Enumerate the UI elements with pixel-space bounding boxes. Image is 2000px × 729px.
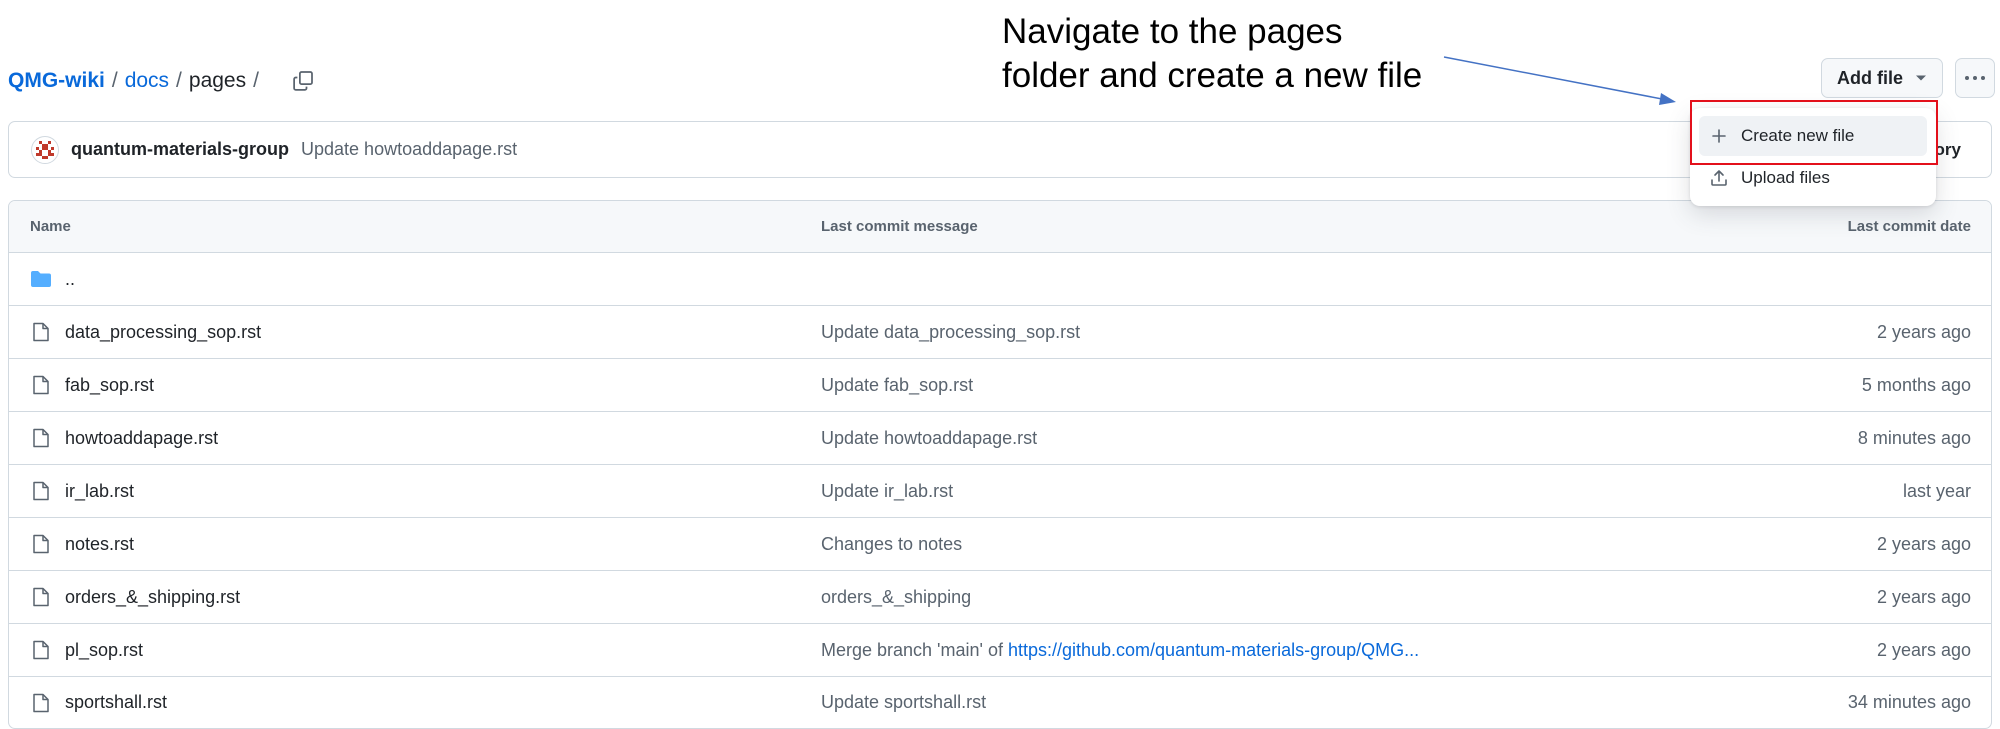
- file-icon: [30, 374, 52, 396]
- commit-message-cell: Merge branch 'main' of https://github.co…: [821, 640, 1419, 661]
- annotation-line-2: folder and create a new file: [1002, 56, 1423, 95]
- commit-message-cell: Update fab_sop.rst: [821, 375, 973, 396]
- commit-message-cell: Update sportshall.rst: [821, 692, 986, 713]
- table-row[interactable]: notes.rst Changes to notes 2 years ago: [9, 518, 1991, 571]
- commit-message-cell: Update howtoaddapage.rst: [821, 428, 1037, 449]
- breadcrumb: QMG-wiki / docs / pages /: [8, 64, 318, 98]
- breadcrumb-separator: /: [111, 69, 118, 92]
- avatar[interactable]: [31, 135, 59, 164]
- file-icon: [30, 692, 52, 714]
- column-header-date: Last commit date: [1847, 218, 1971, 235]
- upload-icon: [1709, 169, 1729, 187]
- annotation-line-1: Navigate to the pages: [1002, 12, 1343, 51]
- commit-message-link[interactable]: Update ir_lab.rst: [821, 481, 953, 501]
- commit-message-link[interactable]: Update howtoaddapage.rst: [821, 428, 1037, 448]
- commit-date: 2 years ago: [1876, 586, 1971, 607]
- parent-directory-link[interactable]: ..: [65, 269, 75, 290]
- file-icon: [30, 321, 52, 343]
- file-name-link[interactable]: howtoaddapage.rst: [65, 428, 218, 449]
- file-icon: [30, 586, 52, 608]
- file-name-link[interactable]: ir_lab.rst: [65, 481, 134, 502]
- commit-message-link[interactable]: Update data_processing_sop.rst: [821, 322, 1080, 342]
- commit-message-cell: Update data_processing_sop.rst: [821, 322, 1080, 343]
- file-icon: [30, 639, 52, 661]
- commit-history-link[interactable]: ory: [1935, 140, 1961, 160]
- commit-date: last year: [1902, 480, 1971, 501]
- copy-icon: [293, 71, 313, 91]
- file-table: Name Last commit message Last commit dat…: [8, 200, 1992, 729]
- table-row[interactable]: pl_sop.rst Merge branch 'main' of https:/…: [9, 624, 1991, 677]
- table-row[interactable]: sportshall.rst Update sportshall.rst 34 mi…: [9, 677, 1991, 728]
- commit-date: 5 months ago: [1861, 374, 1971, 395]
- add-file-button[interactable]: Add file: [1821, 58, 1943, 98]
- folder-icon: [30, 268, 52, 290]
- table-header: Name Last commit message Last commit dat…: [9, 201, 1991, 253]
- file-icon: [30, 533, 52, 555]
- commit-author-link[interactable]: quantum-materials-group: [71, 139, 289, 160]
- commit-message-link[interactable]: Update fab_sop.rst: [821, 375, 973, 395]
- table-row[interactable]: orders_&_shipping.rst orders_&_shipping 2 …: [9, 571, 1991, 624]
- commit-message-cell: Changes to notes: [821, 534, 962, 555]
- commit-message-link[interactable]: Merge branch 'main' of: [821, 640, 1008, 660]
- file-name-link[interactable]: pl_sop.rst: [65, 640, 143, 661]
- upload-files-label: Upload files: [1741, 168, 1830, 187]
- commit-date: 2 years ago: [1876, 639, 1971, 660]
- file-name-link[interactable]: sportshall.rst: [65, 692, 167, 713]
- breadcrumb-current-folder: pages: [188, 69, 247, 92]
- more-options-button[interactable]: [1955, 58, 1995, 98]
- file-icon: [30, 427, 52, 449]
- breadcrumb-repo-link[interactable]: QMG-wiki: [8, 69, 105, 93]
- column-header-message: Last commit message: [821, 218, 978, 235]
- add-file-label: Add file: [1837, 67, 1903, 88]
- commit-message-cell: orders_&_shipping: [821, 587, 971, 608]
- commit-date: 2 years ago: [1876, 533, 1971, 554]
- avatar-identicon-icon: [36, 140, 54, 159]
- file-icon: [30, 480, 52, 502]
- column-header-name: Name: [30, 218, 71, 235]
- breadcrumb-separator: /: [176, 69, 182, 92]
- caret-down-icon: [1916, 75, 1926, 81]
- file-name-link[interactable]: orders_&_shipping.rst: [65, 587, 240, 608]
- annotation-text: Navigate to the pages folder and create …: [1002, 10, 1422, 98]
- commit-message-link[interactable]: orders_&_shipping: [821, 587, 971, 607]
- highlight-annotation-box: [1690, 100, 1938, 165]
- table-row-parent-directory[interactable]: ..: [9, 253, 1991, 306]
- commit-message-link[interactable]: Changes to notes: [821, 534, 962, 554]
- commit-message-link[interactable]: Update sportshall.rst: [821, 692, 986, 712]
- breadcrumb-docs-link[interactable]: docs: [125, 69, 169, 93]
- table-row[interactable]: howtoaddapage.rst Update howtoaddapage.rs…: [9, 412, 1991, 465]
- table-row[interactable]: ir_lab.rst Update ir_lab.rst last year: [9, 465, 1991, 518]
- table-row[interactable]: fab_sop.rst Update fab_sop.rst 5 months ag…: [9, 359, 1991, 412]
- commit-message-link[interactable]: Update howtoaddapage.rst: [301, 139, 517, 160]
- table-row[interactable]: data_processing_sop.rst Update data_proce…: [9, 306, 1991, 359]
- commit-message-cell: Update ir_lab.rst: [821, 481, 953, 502]
- copy-path-button[interactable]: [288, 66, 318, 96]
- kebab-horizontal-icon: [1965, 76, 1985, 80]
- file-name-link[interactable]: fab_sop.rst: [65, 375, 154, 396]
- commit-date: 2 years ago: [1876, 321, 1971, 342]
- file-name-link[interactable]: data_processing_sop.rst: [65, 322, 261, 343]
- commit-date: 8 minutes ago: [1857, 427, 1971, 448]
- breadcrumb-separator: /: [253, 69, 259, 92]
- commit-message-url-link[interactable]: https://github.com/quantum-materials-gro…: [1008, 640, 1419, 660]
- file-name-link[interactable]: notes.rst: [65, 534, 134, 555]
- commit-date: 34 minutes ago: [1847, 692, 1971, 712]
